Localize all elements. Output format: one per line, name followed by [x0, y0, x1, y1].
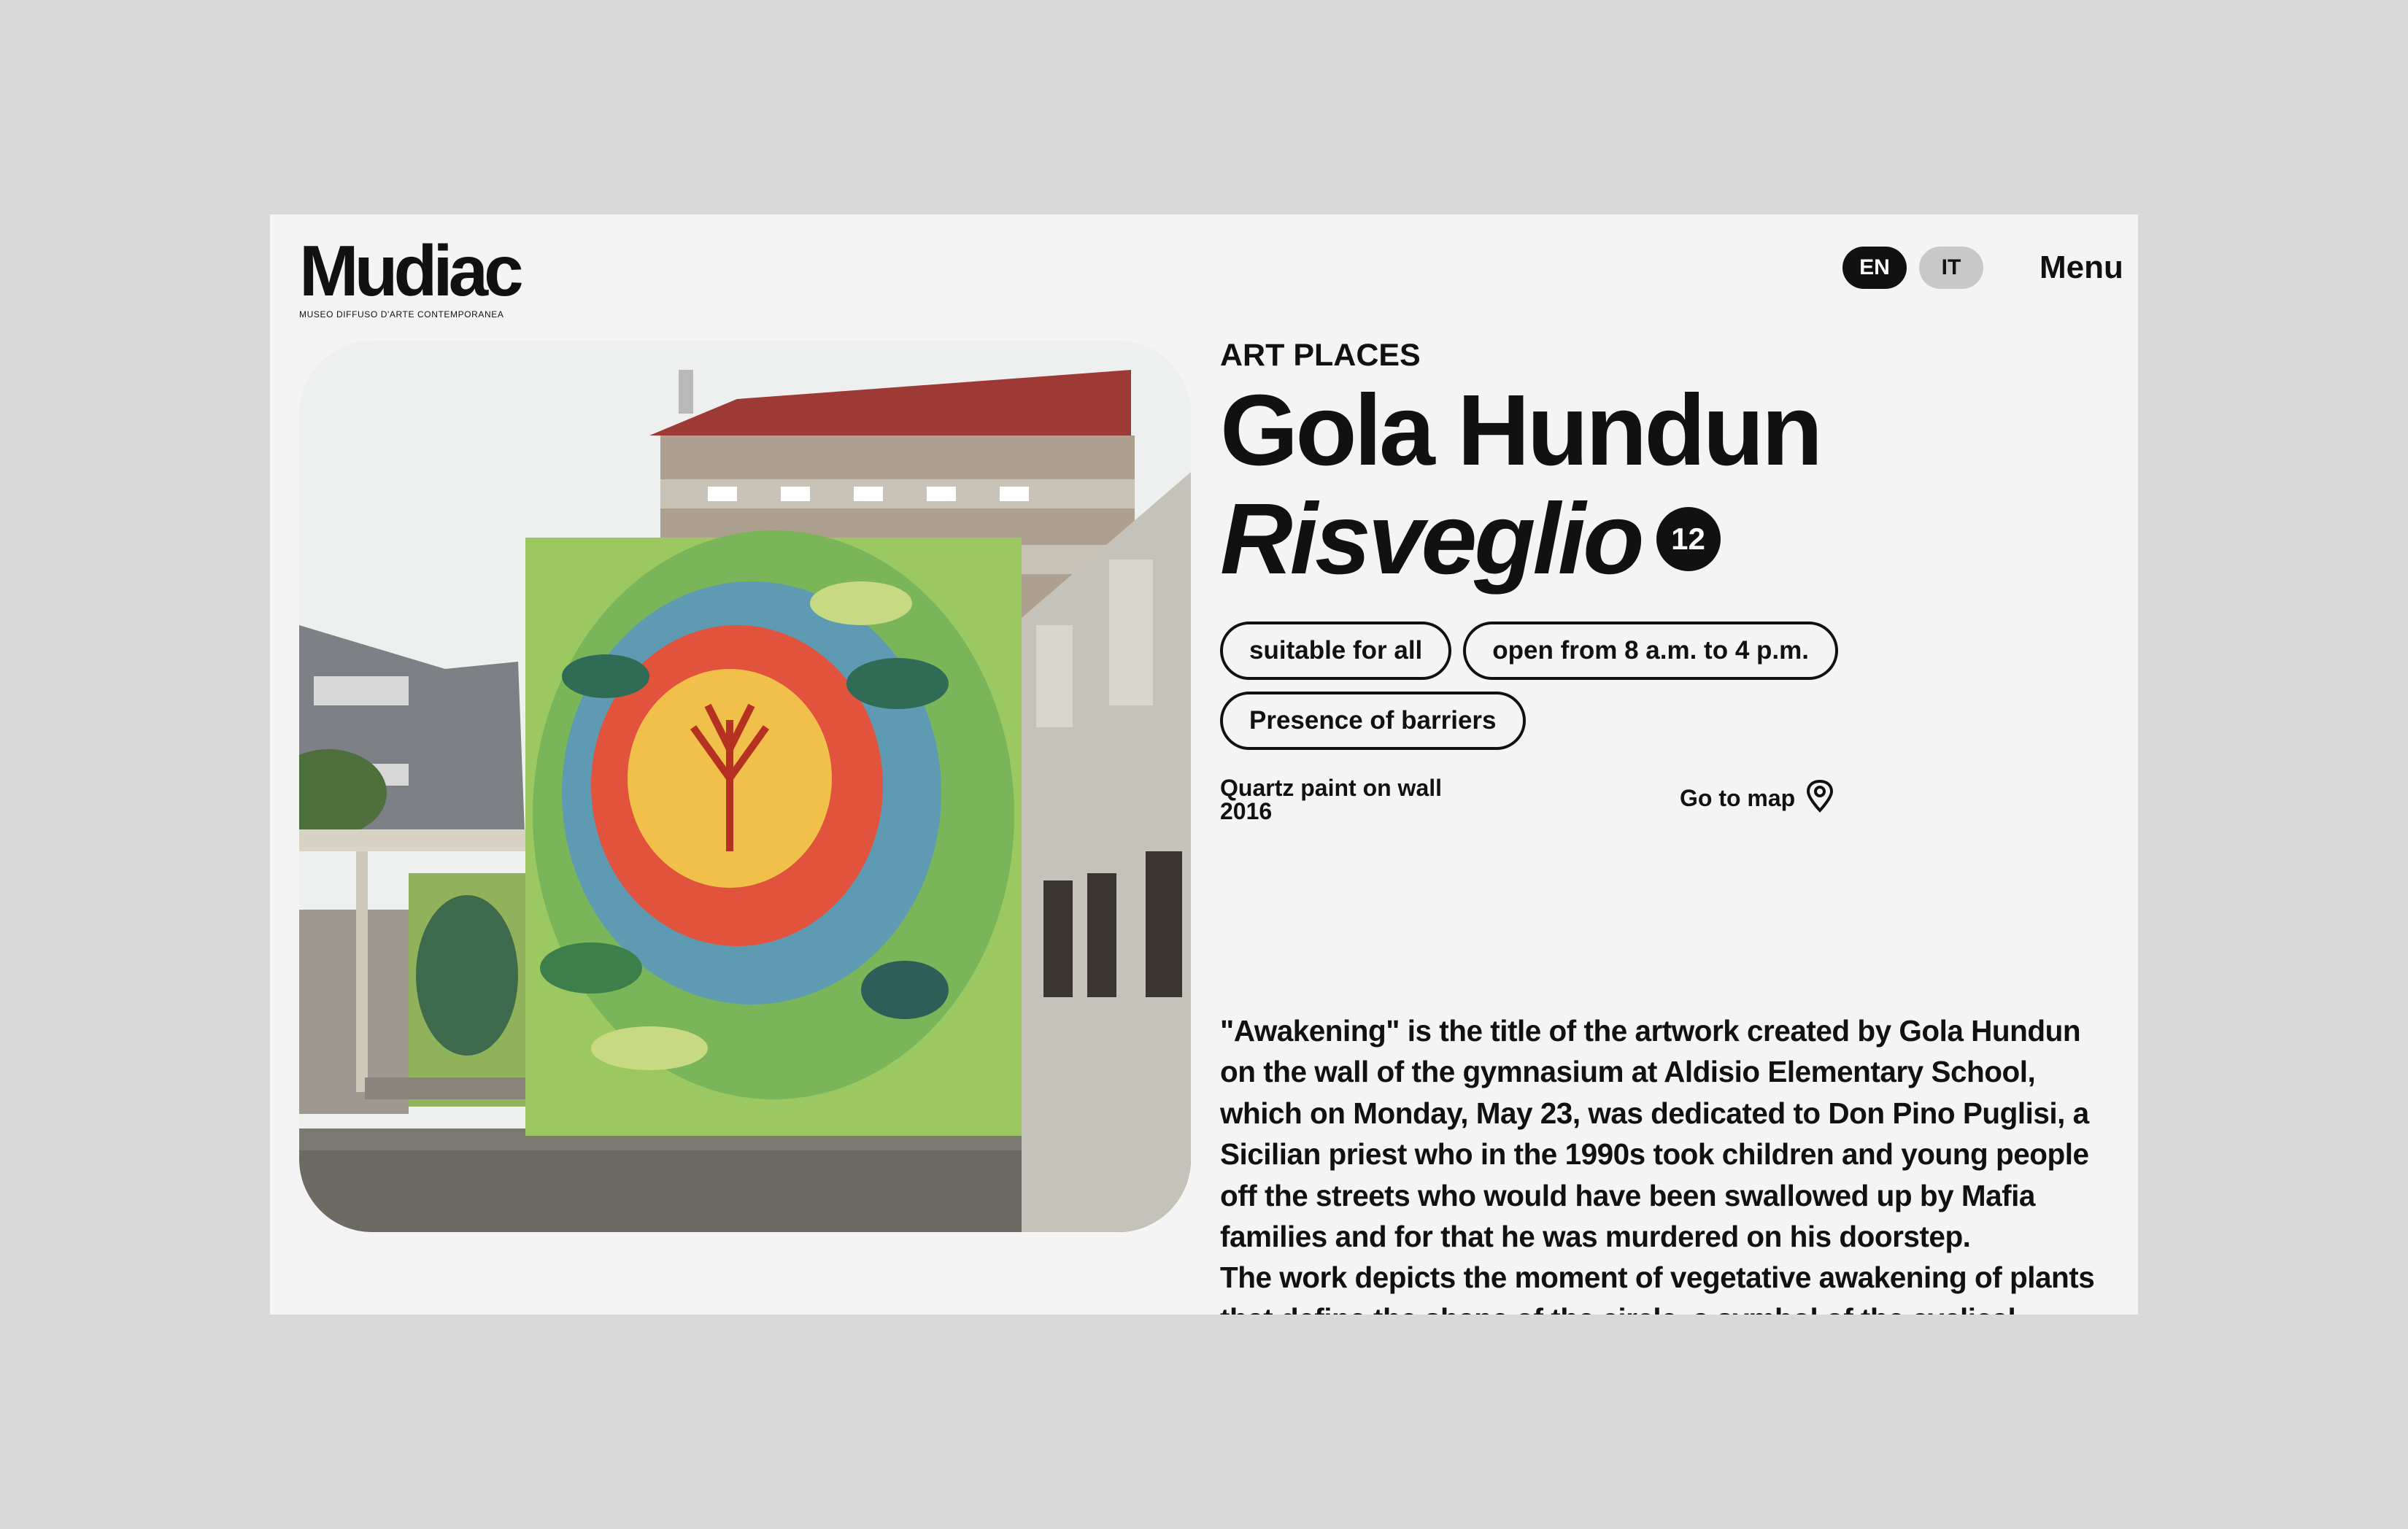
artwork-photo: [299, 341, 1191, 1232]
description-paragraph: The work depicts the moment of vegetativ…: [1220, 1261, 2095, 1315]
artwork-number-badge: 12: [1656, 507, 1721, 572]
tag-list: suitable for all open from 8 a.m. to 4 p…: [1220, 621, 1877, 762]
meta-row: Quartz paint on wall 2016 Go to map: [1220, 776, 2118, 827]
artwork-year: 2016: [1220, 797, 1273, 824]
logo-subtitle: MUSEO DIFFUSO D'ARTE CONTEMPORANEA: [299, 309, 504, 320]
artwork-title: Risveglio: [1220, 483, 1645, 595]
artwork-medium: Quartz paint on wall: [1220, 774, 1443, 801]
language-en-button[interactable]: EN: [1842, 247, 1907, 289]
logo-text: Mudiac: [299, 231, 524, 311]
language-it-button[interactable]: IT: [1919, 247, 1983, 289]
artist-name: Gola Hundun: [1220, 374, 1823, 487]
tag-barriers: Presence of barriers: [1220, 691, 1526, 750]
page-card: Mudiac MUSEO DIFFUSO D'ARTE CONTEMPORANE…: [270, 214, 2138, 1315]
artwork-description: "Awakening" is the title of the artwork …: [1220, 1010, 2121, 1315]
artwork-info: ART PLACES Gola Hundun Risveglio 12 suit…: [1220, 340, 2118, 827]
tag-accessibility: suitable for all: [1220, 621, 1452, 680]
menu-button[interactable]: Menu: [2040, 247, 2123, 289]
category-label: ART PLACES: [1220, 338, 1421, 373]
tag-opening-hours: open from 8 a.m. to 4 p.m.: [1463, 621, 1838, 680]
description-paragraph: "Awakening" is the title of the artwork …: [1220, 1014, 2089, 1254]
title-row: Risveglio 12: [1220, 487, 2118, 592]
logo[interactable]: Mudiac MUSEO DIFFUSO D'ARTE CONTEMPORANE…: [299, 231, 524, 320]
map-pin-icon: [1805, 779, 1834, 818]
go-to-map-label: Go to map: [1680, 785, 1796, 812]
go-to-map-link[interactable]: Go to map: [1680, 779, 1834, 818]
